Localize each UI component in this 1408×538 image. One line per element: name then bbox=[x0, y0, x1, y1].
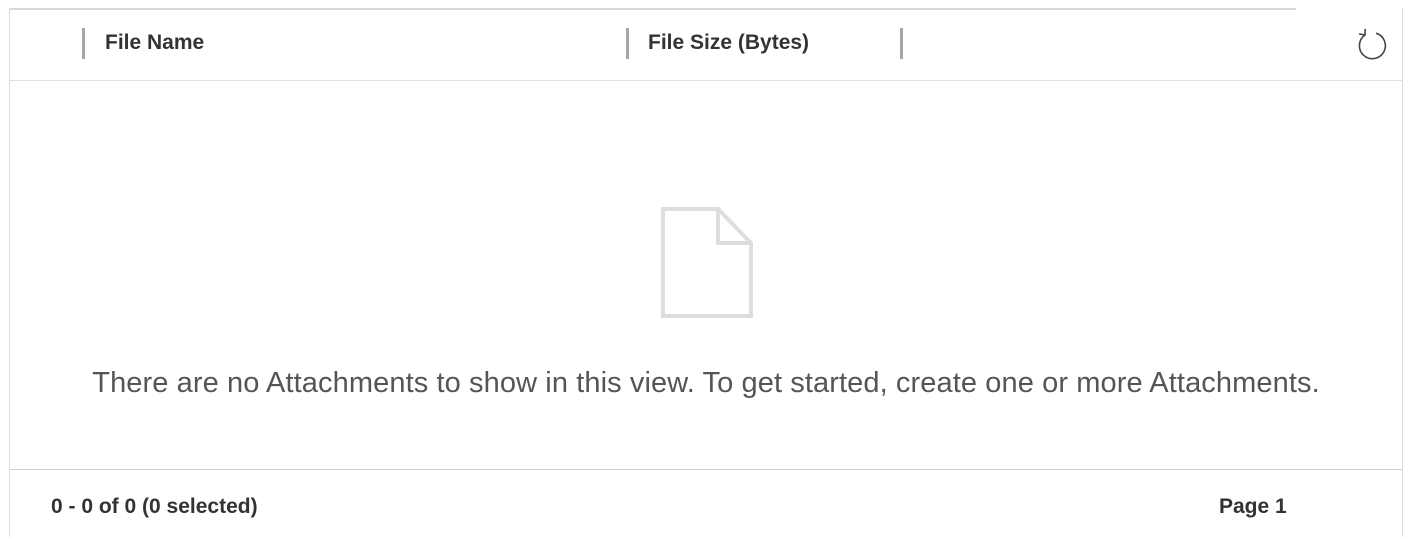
column-header-file-name[interactable]: File Name bbox=[105, 31, 204, 55]
attachments-grid: File Name File Size (Bytes) There are no… bbox=[9, 8, 1403, 537]
page-indicator: Page 1 bbox=[1219, 495, 1287, 518]
blank-document-icon bbox=[660, 207, 755, 319]
grid-footer: 0 - 0 of 0 (0 selected) Page 1 bbox=[10, 469, 1402, 538]
grid-body: There are no Attachments to show in this… bbox=[10, 81, 1402, 469]
column-header-file-size[interactable]: File Size (Bytes) bbox=[648, 31, 809, 55]
empty-state-message: There are no Attachments to show in this… bbox=[92, 367, 1320, 399]
column-separator[interactable] bbox=[900, 28, 903, 59]
refresh-icon[interactable] bbox=[1354, 28, 1390, 64]
record-count-status: 0 - 0 of 0 (0 selected) bbox=[51, 495, 258, 518]
grid-header: File Name File Size (Bytes) bbox=[10, 8, 1402, 81]
column-separator[interactable] bbox=[82, 28, 85, 59]
column-separator[interactable] bbox=[626, 28, 629, 59]
